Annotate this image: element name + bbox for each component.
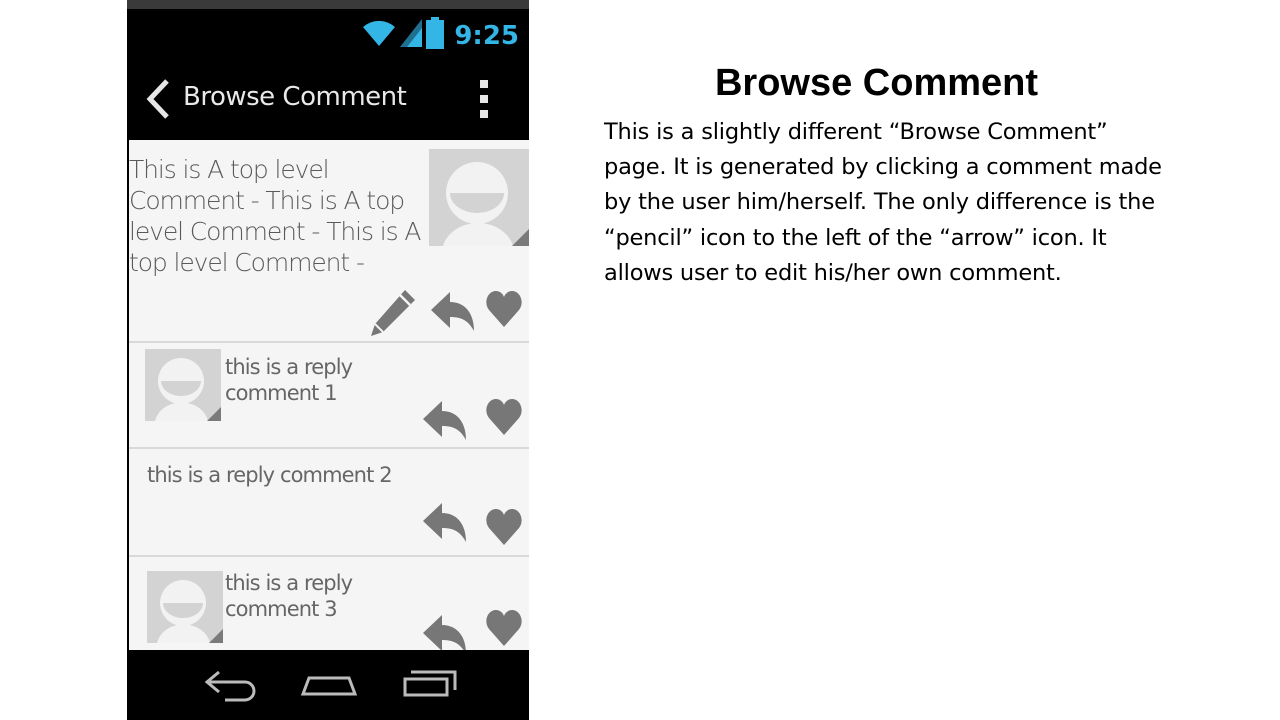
wifi-icon xyxy=(362,18,396,53)
avatar[interactable] xyxy=(147,571,223,643)
avatar[interactable] xyxy=(429,149,529,246)
description-body: This is a slightly different “Browse Com… xyxy=(604,119,1162,286)
status-time: 9:25 xyxy=(454,20,519,51)
phone-top-bezel xyxy=(127,0,529,9)
top-level-comment[interactable]: This is A top level Comment - This is A … xyxy=(129,140,529,341)
reply-comment[interactable]: this is a reply comment 2 xyxy=(129,449,529,555)
reply-arrow-icon[interactable] xyxy=(431,290,475,332)
comment-text: this is a reply comment 3 xyxy=(225,571,353,621)
comment-text: this is a reply comment 1 xyxy=(225,355,353,405)
page-title: Browse Comment xyxy=(183,82,407,112)
heart-icon[interactable] xyxy=(486,398,522,436)
nav-recents-icon[interactable] xyxy=(401,666,459,707)
heart-icon[interactable] xyxy=(486,290,522,328)
chevron-left-icon[interactable] xyxy=(145,79,171,119)
heart-icon[interactable] xyxy=(486,508,522,546)
reply-comment[interactable]: this is a reply comment 1 xyxy=(129,343,529,447)
action-bar: Browse Comment xyxy=(127,59,529,139)
status-bar: 9:25 xyxy=(127,9,529,59)
comment-list: This is A top level Comment - This is A … xyxy=(129,140,529,650)
heart-icon[interactable] xyxy=(486,609,522,647)
phone-mockup: 9:25 Browse Comment This is A top level … xyxy=(127,0,529,720)
description-title: Browse Comment xyxy=(714,62,1039,104)
overflow-menu-icon[interactable] xyxy=(477,80,491,118)
reply-comment[interactable]: this is a reply comment 3 xyxy=(129,557,529,650)
comment-text: This is A top level Comment - This is A … xyxy=(129,155,421,277)
nav-home-icon[interactable] xyxy=(299,666,359,707)
nav-back-icon[interactable] xyxy=(203,666,259,707)
system-navigation-bar xyxy=(127,650,529,720)
signal-icon xyxy=(400,18,423,53)
comment-text: this is a reply comment 2 xyxy=(147,463,393,487)
reply-arrow-icon[interactable] xyxy=(423,501,467,543)
battery-icon xyxy=(426,17,445,54)
reply-arrow-icon[interactable] xyxy=(423,613,467,650)
reply-arrow-icon[interactable] xyxy=(423,399,467,441)
avatar[interactable] xyxy=(145,349,221,421)
pencil-icon[interactable] xyxy=(369,288,417,338)
